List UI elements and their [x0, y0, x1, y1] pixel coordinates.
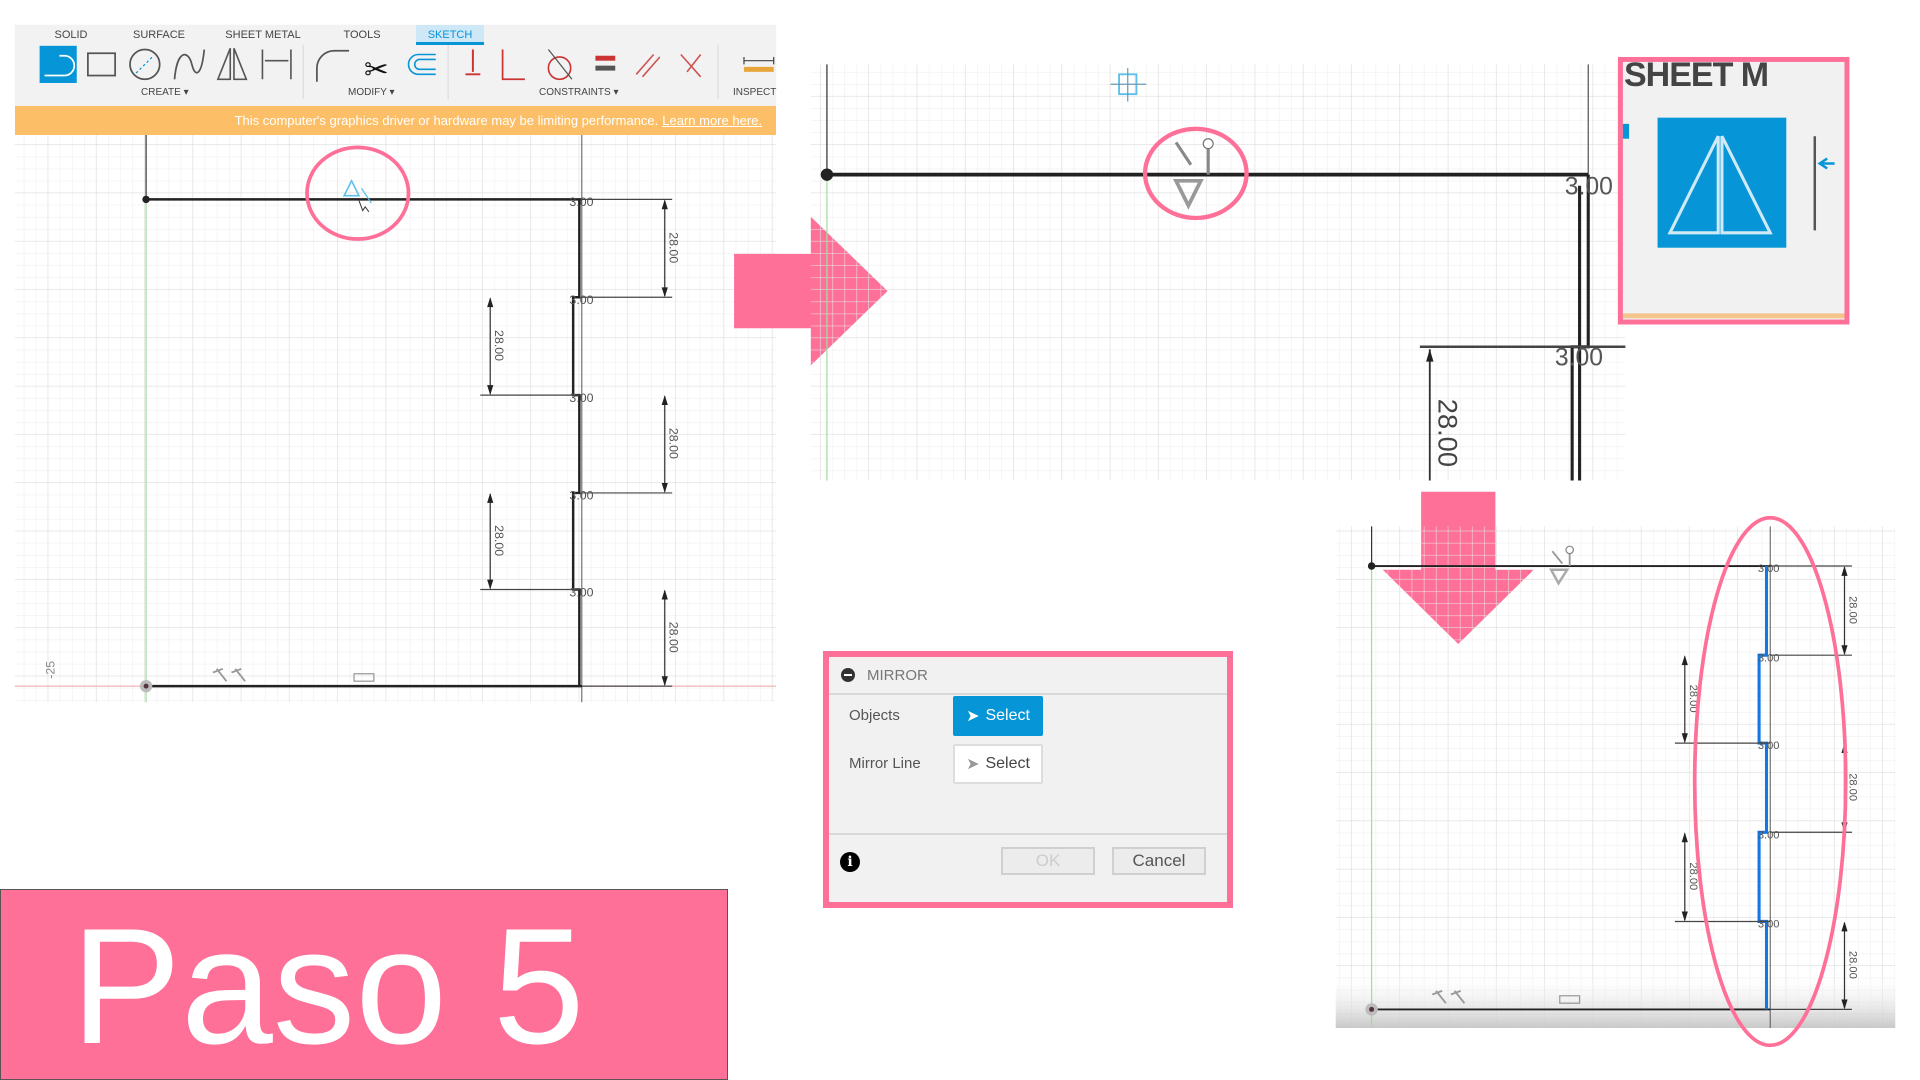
- height-dimension: 28.00: [1846, 951, 1858, 979]
- sketch-point: [142, 195, 150, 204]
- height-dimension: 28.00: [1846, 596, 1858, 624]
- tab-sheet-metal[interactable]: SHEET METAL: [222, 25, 304, 45]
- mirror-tool-inset: [1617, 56, 1850, 325]
- banner-message: This computer's graphics driver or hardw…: [234, 113, 659, 128]
- mirror-line-select-button[interactable]: ➤ Select: [953, 744, 1043, 784]
- objects-select-label: Select: [985, 707, 1030, 724]
- step-dimension: 3.00: [569, 293, 593, 307]
- mirror-line-label: Mirror Line: [849, 755, 921, 772]
- step-dimension: 3.00: [569, 195, 593, 209]
- step-dimension: 3.00: [1758, 829, 1780, 841]
- sheet-metal-tab-label: SHEET M: [1624, 56, 1769, 94]
- info-icon[interactable]: i: [840, 852, 860, 872]
- step-dimension: 3.00: [1758, 563, 1780, 575]
- height-dimension: 28.00: [667, 622, 681, 653]
- step-title: Paso 5: [71, 894, 585, 1078]
- modify-menu[interactable]: MODIFY ▾: [348, 87, 395, 98]
- step-dimension: 3.00: [1758, 740, 1780, 752]
- step-dimension: 3.00: [1758, 652, 1780, 664]
- step-dimension: 3.00: [1565, 173, 1613, 200]
- height-dimension: 28.00: [492, 330, 506, 361]
- line-tool-button[interactable]: [39, 45, 77, 83]
- dialog-title: MIRROR: [867, 666, 928, 684]
- tab-tools[interactable]: TOOLS: [338, 25, 386, 45]
- height-dimension: 28.00: [1846, 773, 1858, 801]
- tab-sketch[interactable]: SKETCH: [416, 25, 484, 45]
- trim-tool-button[interactable]: ✂: [364, 53, 389, 86]
- mirror-line-select-label: Select: [985, 755, 1030, 772]
- create-menu[interactable]: CREATE ▾: [141, 87, 189, 98]
- objects-select-button[interactable]: ➤ Select: [953, 696, 1043, 736]
- step-dimension: 3.00: [569, 391, 593, 405]
- dialog-divider: [829, 833, 1227, 835]
- step-dimension: 3.00: [569, 489, 593, 503]
- learn-more-link[interactable]: Learn more here.: [662, 113, 762, 128]
- constraints-menu[interactable]: CONSTRAINTS ▾: [539, 87, 618, 98]
- svg-text:✂: ✂: [364, 53, 389, 86]
- collapse-icon[interactable]: [841, 668, 855, 682]
- axis-label: -25: [43, 661, 57, 679]
- height-dimension: 28.00: [1432, 399, 1463, 467]
- inspect-menu[interactable]: INSPECT: [733, 87, 776, 98]
- height-dimension: 28.00: [492, 525, 506, 556]
- mirror-dialog: MIRROR Objects ➤ Select Mirror Line ➤ Sele…: [823, 651, 1233, 908]
- height-dimension: 28.00: [667, 232, 681, 263]
- height-dimension: 28.00: [667, 428, 681, 459]
- sketch-canvas[interactable]: [14, 133, 777, 703]
- objects-label: Objects: [849, 707, 900, 724]
- tab-solid[interactable]: SOLID: [50, 25, 92, 45]
- tab-surface[interactable]: SURFACE: [128, 25, 190, 45]
- performance-warning-banner: This computer's graphics driver or hardw…: [15, 106, 776, 135]
- mirror-tool-large-button[interactable]: [1657, 117, 1787, 248]
- cursor-icon: ➤: [966, 756, 980, 773]
- mirrored-result-sketch: 28.003.0028.003.0028.003.0028.003.0028.0…: [1335, 515, 1896, 1048]
- step-dimension: 3.00: [1555, 344, 1603, 371]
- cancel-button[interactable]: Cancel: [1112, 847, 1206, 875]
- step-dimension: 3.00: [1758, 919, 1780, 931]
- dialog-header: MIRROR: [829, 657, 1227, 695]
- cursor-icon: ➤: [966, 708, 980, 725]
- step-banner: Paso 5: [0, 889, 728, 1080]
- step-dimension: 3.00: [569, 585, 593, 599]
- ok-button[interactable]: OK: [1001, 847, 1095, 875]
- zoomed-sketch: 3.00 3.00 28.00: [810, 64, 1626, 481]
